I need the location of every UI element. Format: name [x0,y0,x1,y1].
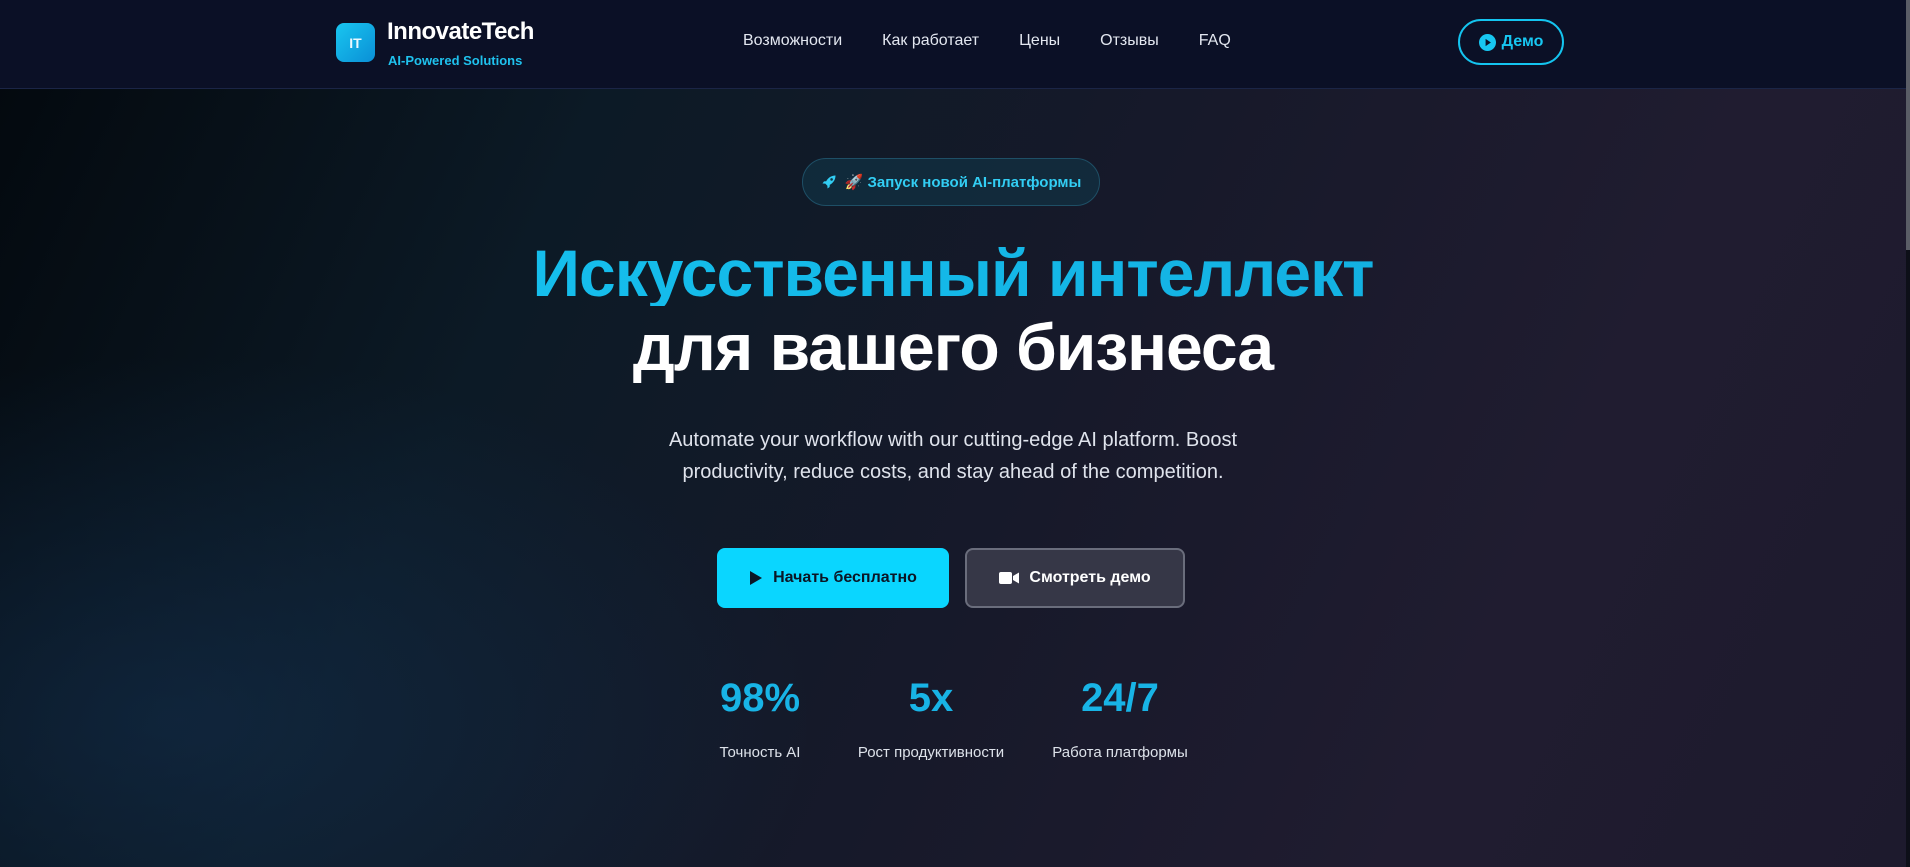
stat-label: Работа платформы [1052,744,1188,761]
video-camera-icon [999,571,1020,585]
stat-value: 5x [908,676,954,720]
brand-name[interactable]: InnovateTech [387,18,534,46]
nav-link-features[interactable]: Возможности [743,32,842,50]
watch-demo-button[interactable]: Смотреть демо [965,548,1185,608]
stat-value: 24/7 [1081,676,1159,720]
main-nav: Возможности Как работает Цены Отзывы FAQ [743,32,1231,50]
nav-link-faq[interactable]: FAQ [1199,32,1231,50]
play-icon [749,570,763,586]
demo-button[interactable]: Демо [1458,19,1564,65]
logo-text: IT [349,34,362,51]
scrollbar-thumb[interactable] [1906,0,1910,250]
logo-badge[interactable]: IT [336,23,375,62]
start-free-button-label: Начать бесплатно [773,569,917,586]
hero-description: Automate your workflow with our cutting-… [668,429,1238,483]
hero-title-line1: Искусственный интеллект [0,240,1906,306]
hero-title-line2: для вашего бизнеса [632,310,1274,384]
stat-label: Рост продуктивности [857,744,1005,761]
stat-uptime: 24/7 Работа платформы [1040,678,1200,761]
demo-button-label: Демо [1501,33,1544,50]
brand-tagline: AI-Powered Solutions [388,53,523,68]
hero-title-line1-text: Искусственный интеллект [532,236,1374,310]
launch-badge: 🚀 Запуск новой AI-платформы [802,158,1100,206]
nav-link-pricing[interactable]: Цены [1019,32,1060,50]
stat-value: 98% [719,676,801,720]
start-free-button[interactable]: Начать бесплатно [717,548,949,608]
rocket-icon [821,174,837,190]
play-circle-icon [1478,33,1496,51]
stat-label: Точность AI [719,744,801,761]
site-header: IT InnovateTech AI-Powered Solutions Воз… [0,0,1908,89]
nav-link-how-it-works[interactable]: Как работает [882,32,979,50]
launch-badge-text: 🚀 Запуск новой AI-платформы [844,174,1082,191]
watch-demo-button-label: Смотреть демо [1029,569,1151,586]
stat-productivity: 5x Рост продуктивности [851,678,1011,761]
stat-accuracy: 98% Точность AI [680,678,840,761]
nav-link-reviews[interactable]: Отзывы [1100,32,1159,50]
